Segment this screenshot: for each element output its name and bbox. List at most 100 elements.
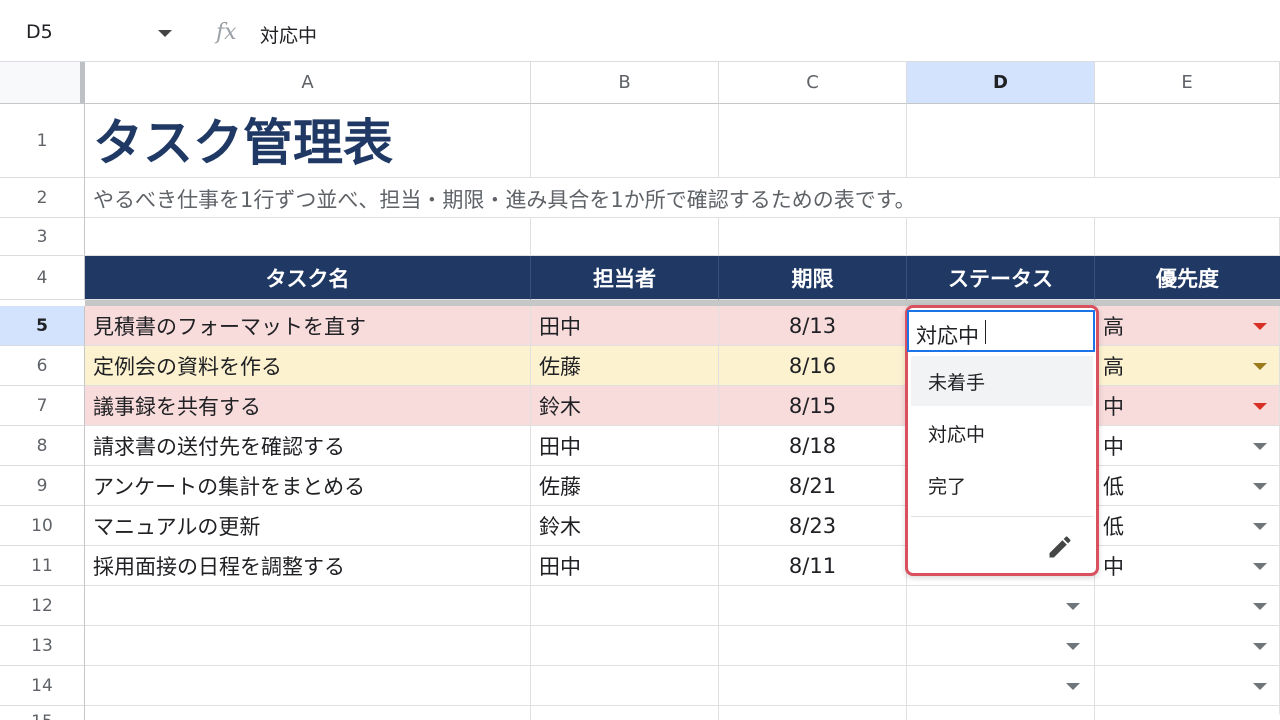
cell-due[interactable]: 8/23 bbox=[719, 506, 907, 546]
option-done[interactable]: 完了 bbox=[911, 460, 1093, 510]
row-header-10[interactable]: 10 bbox=[0, 506, 85, 546]
row-header-8[interactable]: 8 bbox=[0, 426, 85, 466]
cell-b3[interactable] bbox=[531, 218, 719, 256]
cell-a13[interactable] bbox=[85, 626, 531, 666]
cell-c14[interactable] bbox=[719, 666, 907, 706]
cell-owner[interactable]: 佐藤 bbox=[531, 346, 719, 386]
cell-b12[interactable] bbox=[531, 586, 719, 626]
select-all-corner[interactable] bbox=[0, 62, 85, 104]
cell-d13[interactable] bbox=[907, 626, 1095, 666]
cell-b15[interactable] bbox=[531, 706, 719, 720]
dropdown-arrow-icon[interactable] bbox=[1066, 683, 1080, 690]
cell-e3[interactable] bbox=[1095, 218, 1280, 256]
cell-d1[interactable] bbox=[907, 104, 1095, 178]
option-not-started[interactable]: 未着手 bbox=[911, 356, 1093, 406]
cell-e14[interactable] bbox=[1095, 666, 1280, 706]
column-header-c[interactable]: C bbox=[719, 62, 907, 104]
dropdown-arrow-icon[interactable] bbox=[1253, 363, 1267, 370]
header-due[interactable]: 期限 bbox=[719, 256, 907, 300]
formula-input[interactable]: 対応中 bbox=[260, 21, 317, 48]
cell-priority[interactable]: 低 bbox=[1095, 466, 1280, 506]
cell-owner[interactable]: 田中 bbox=[531, 306, 719, 346]
dropdown-arrow-icon[interactable] bbox=[1253, 483, 1267, 490]
cell-task[interactable]: 請求書の送付先を確認する bbox=[85, 426, 531, 466]
cell-d15[interactable] bbox=[907, 706, 1095, 720]
cell-due[interactable]: 8/13 bbox=[719, 306, 907, 346]
cell-d14[interactable] bbox=[907, 666, 1095, 706]
row-header-1[interactable]: 1 bbox=[0, 104, 85, 178]
header-priority[interactable]: 優先度 bbox=[1095, 256, 1280, 300]
cell-priority[interactable]: 中 bbox=[1095, 426, 1280, 466]
cell-priority[interactable]: 高 bbox=[1095, 346, 1280, 386]
name-box[interactable]: D5 bbox=[0, 12, 196, 52]
header-owner[interactable]: 担当者 bbox=[531, 256, 719, 300]
column-header-d[interactable]: D bbox=[907, 62, 1095, 104]
header-task[interactable]: タスク名 bbox=[85, 256, 531, 300]
dropdown-arrow-icon[interactable] bbox=[1066, 643, 1080, 650]
row-header-13[interactable]: 13 bbox=[0, 626, 85, 666]
dropdown-arrow-icon[interactable] bbox=[1253, 443, 1267, 450]
row-header-11[interactable]: 11 bbox=[0, 546, 85, 586]
cell-a15[interactable] bbox=[85, 706, 531, 720]
cell-owner[interactable]: 鈴木 bbox=[531, 386, 719, 426]
option-in-progress[interactable]: 対応中 bbox=[911, 408, 1093, 458]
cell-a3[interactable] bbox=[85, 218, 531, 256]
row-header-4[interactable]: 4 bbox=[0, 256, 85, 300]
cell-due[interactable]: 8/18 bbox=[719, 426, 907, 466]
cell-b14[interactable] bbox=[531, 666, 719, 706]
cell-priority[interactable]: 高 bbox=[1095, 306, 1280, 346]
cell-owner[interactable]: 田中 bbox=[531, 426, 719, 466]
cell-task[interactable]: 採用面接の日程を調整する bbox=[85, 546, 531, 586]
header-status[interactable]: ステータス bbox=[907, 256, 1095, 300]
cell-a14[interactable] bbox=[85, 666, 531, 706]
row-header-15[interactable]: 15 bbox=[0, 706, 85, 720]
cell-owner[interactable]: 佐藤 bbox=[531, 466, 719, 506]
cell-e13[interactable] bbox=[1095, 626, 1280, 666]
column-header-e[interactable]: E bbox=[1095, 62, 1280, 104]
cell-task[interactable]: マニュアルの更新 bbox=[85, 506, 531, 546]
cell-priority[interactable]: 中 bbox=[1095, 386, 1280, 426]
row-header-12[interactable]: 12 bbox=[0, 586, 85, 626]
cell-d3[interactable] bbox=[907, 218, 1095, 256]
dropdown-arrow-icon[interactable] bbox=[1253, 323, 1267, 330]
cell-due[interactable]: 8/21 bbox=[719, 466, 907, 506]
cell-due[interactable]: 8/16 bbox=[719, 346, 907, 386]
cell-task[interactable]: 議事録を共有する bbox=[85, 386, 531, 426]
dropdown-arrow-icon[interactable] bbox=[1253, 523, 1267, 530]
dropdown-arrow-icon[interactable] bbox=[1253, 563, 1267, 570]
cell-owner[interactable]: 田中 bbox=[531, 546, 719, 586]
dropdown-arrow-icon[interactable] bbox=[1253, 603, 1267, 610]
dropdown-arrow-icon[interactable] bbox=[1066, 603, 1080, 610]
cell-e1[interactable] bbox=[1095, 104, 1280, 178]
row-header-7[interactable]: 7 bbox=[0, 386, 85, 426]
dropdown-arrow-icon[interactable] bbox=[1253, 403, 1267, 410]
dropdown-arrow-icon[interactable] bbox=[1253, 643, 1267, 650]
cell-due[interactable]: 8/11 bbox=[719, 546, 907, 586]
dropdown-arrow-icon[interactable] bbox=[1253, 683, 1267, 690]
cell-b13[interactable] bbox=[531, 626, 719, 666]
cell-task[interactable]: 定例会の資料を作る bbox=[85, 346, 531, 386]
row-header-9[interactable]: 9 bbox=[0, 466, 85, 506]
cell-c12[interactable] bbox=[719, 586, 907, 626]
cell-c13[interactable] bbox=[719, 626, 907, 666]
cell-b1[interactable] bbox=[531, 104, 719, 178]
pencil-icon[interactable] bbox=[1046, 533, 1074, 561]
row-header-14[interactable]: 14 bbox=[0, 666, 85, 706]
cell-due[interactable]: 8/15 bbox=[719, 386, 907, 426]
row-header-5[interactable]: 5 bbox=[0, 306, 85, 346]
active-cell-editor[interactable]: 対応中 bbox=[907, 310, 1095, 352]
row-header-6[interactable]: 6 bbox=[0, 346, 85, 386]
row-header-3[interactable]: 3 bbox=[0, 218, 85, 256]
cell-d12[interactable] bbox=[907, 586, 1095, 626]
cell-c1[interactable] bbox=[719, 104, 907, 178]
cell-priority[interactable]: 中 bbox=[1095, 546, 1280, 586]
column-header-a[interactable]: A bbox=[85, 62, 531, 104]
cell-c3[interactable] bbox=[719, 218, 907, 256]
cell-task[interactable]: 見積書のフォーマットを直す bbox=[85, 306, 531, 346]
chevron-down-icon[interactable] bbox=[158, 30, 172, 37]
cell-priority[interactable]: 低 bbox=[1095, 506, 1280, 546]
row-header-2[interactable]: 2 bbox=[0, 178, 85, 218]
cell-c15[interactable] bbox=[719, 706, 907, 720]
cell-a12[interactable] bbox=[85, 586, 531, 626]
cell-e12[interactable] bbox=[1095, 586, 1280, 626]
